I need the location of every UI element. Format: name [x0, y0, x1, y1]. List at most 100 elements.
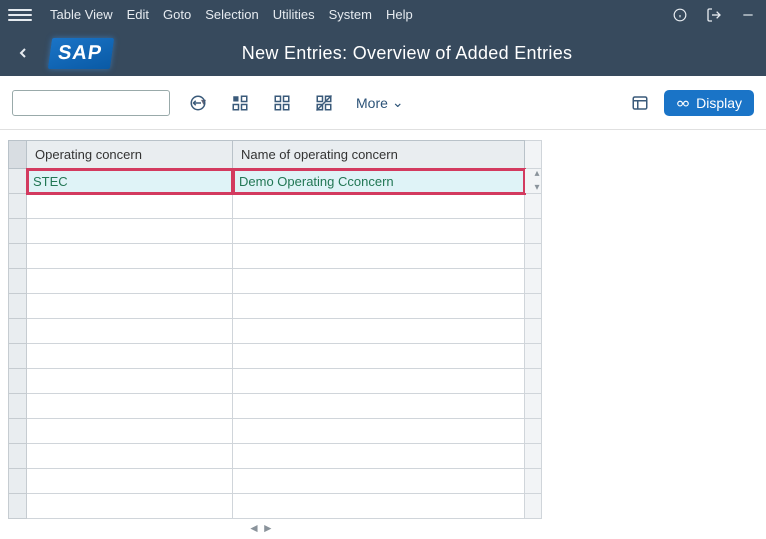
menu-utilities[interactable]: Utilities: [273, 0, 315, 30]
operating-concern-input[interactable]: [27, 494, 232, 518]
row-selector[interactable]: [9, 494, 27, 519]
operating-concern-input[interactable]: [27, 394, 232, 418]
scroll-right-icon[interactable]: ►: [262, 521, 274, 535]
row-selector[interactable]: [9, 419, 27, 444]
name-input[interactable]: [233, 444, 524, 468]
name-input[interactable]: [233, 194, 524, 218]
toolbar: ▾ More ⌄ Display: [0, 76, 766, 130]
titlebar: SAP New Entries: Overview of Added Entri…: [0, 30, 766, 76]
row-handle: [525, 394, 542, 419]
hamburger-icon[interactable]: [8, 3, 32, 27]
name-input[interactable]: [233, 419, 524, 443]
menubar: Table View Edit Goto Selection Utilities…: [0, 0, 766, 30]
command-field[interactable]: ▾: [12, 90, 170, 116]
table-row: [9, 469, 542, 494]
operating-concern-input[interactable]: [27, 444, 232, 468]
column-name[interactable]: Name of operating concern: [233, 141, 525, 169]
row-selector[interactable]: [9, 469, 27, 494]
select-block-icon[interactable]: [268, 89, 296, 117]
menu-help[interactable]: Help: [386, 0, 413, 30]
scroll-down-icon[interactable]: ▾: [532, 183, 542, 193]
command-input[interactable]: [13, 95, 201, 110]
name-input[interactable]: [233, 494, 524, 518]
row-selector[interactable]: [9, 444, 27, 469]
select-all-icon[interactable]: [226, 89, 254, 117]
menu-system[interactable]: System: [329, 0, 372, 30]
column-operating-concern[interactable]: Operating concern: [27, 141, 233, 169]
back-button[interactable]: [10, 40, 36, 66]
row-handle: [525, 369, 542, 394]
table-row: [9, 319, 542, 344]
row-handle: [525, 494, 542, 519]
deselect-all-icon[interactable]: [310, 89, 338, 117]
operating-concern-input[interactable]: [27, 244, 232, 268]
row-handle: [525, 244, 542, 269]
row-selector[interactable]: [9, 244, 27, 269]
operating-concern-input[interactable]: [27, 419, 232, 443]
row-selector[interactable]: [9, 344, 27, 369]
display-button[interactable]: Display: [664, 90, 754, 116]
scroll-column: [525, 141, 542, 169]
settings-icon[interactable]: [626, 89, 654, 117]
row-selector[interactable]: [9, 369, 27, 394]
name-input[interactable]: [233, 319, 524, 343]
row-handle: [525, 344, 542, 369]
table-row: [9, 444, 542, 469]
row-selector[interactable]: [9, 194, 27, 219]
name-input[interactable]: [233, 369, 524, 393]
operating-concern-input[interactable]: [27, 219, 232, 243]
scroll-left-icon[interactable]: ◄: [248, 521, 260, 535]
table-row: [9, 244, 542, 269]
undo-icon[interactable]: [184, 89, 212, 117]
name-input[interactable]: [233, 269, 524, 293]
page-title: New Entries: Overview of Added Entries: [118, 43, 756, 64]
row-selector[interactable]: [9, 219, 27, 244]
row-handle: [525, 294, 542, 319]
table-row: [9, 369, 542, 394]
row-handle: ▴▾: [525, 169, 542, 194]
row-handle: [525, 319, 542, 344]
chevron-down-icon: ⌄: [392, 94, 404, 111]
table-row: [9, 294, 542, 319]
row-handle: [525, 444, 542, 469]
row-handle: [525, 219, 542, 244]
row-handle: [525, 194, 542, 219]
row-handle: [525, 419, 542, 444]
select-all-header[interactable]: [9, 141, 27, 169]
scroll-up-icon[interactable]: ▴: [532, 169, 542, 179]
exit-icon[interactable]: [704, 5, 724, 25]
name-input[interactable]: [233, 294, 524, 318]
info-icon[interactable]: [670, 5, 690, 25]
entries-table: Operating concern Name of operating conc…: [8, 140, 542, 519]
row-handle: [525, 469, 542, 494]
name-input[interactable]: [233, 344, 524, 368]
row-selector[interactable]: [9, 394, 27, 419]
more-label: More: [356, 95, 388, 111]
menu-edit[interactable]: Edit: [127, 0, 149, 30]
row-selector[interactable]: [9, 169, 27, 194]
menu-goto[interactable]: Goto: [163, 0, 191, 30]
horizontal-scroll: ◄ ►: [8, 521, 766, 535]
name-input[interactable]: [233, 394, 524, 418]
sap-logo: SAP: [44, 36, 118, 71]
operating-concern-input[interactable]: [27, 194, 232, 218]
operating-concern-input[interactable]: [27, 469, 232, 493]
operating-concern-input[interactable]: [27, 344, 232, 368]
row-selector[interactable]: [9, 294, 27, 319]
table-row: [9, 219, 542, 244]
operating-concern-input[interactable]: [27, 269, 232, 293]
name-input[interactable]: [233, 169, 524, 193]
row-selector[interactable]: [9, 269, 27, 294]
operating-concern-input[interactable]: [27, 319, 232, 343]
name-input[interactable]: [233, 244, 524, 268]
minimize-icon[interactable]: [738, 5, 758, 25]
name-input[interactable]: [233, 219, 524, 243]
menu-selection[interactable]: Selection: [205, 0, 258, 30]
operating-concern-input[interactable]: [27, 294, 232, 318]
menu-table-view[interactable]: Table View: [50, 0, 113, 30]
more-button[interactable]: More ⌄: [356, 94, 404, 111]
row-selector[interactable]: [9, 319, 27, 344]
operating-concern-input[interactable]: [27, 169, 232, 193]
operating-concern-input[interactable]: [27, 369, 232, 393]
name-input[interactable]: [233, 469, 524, 493]
